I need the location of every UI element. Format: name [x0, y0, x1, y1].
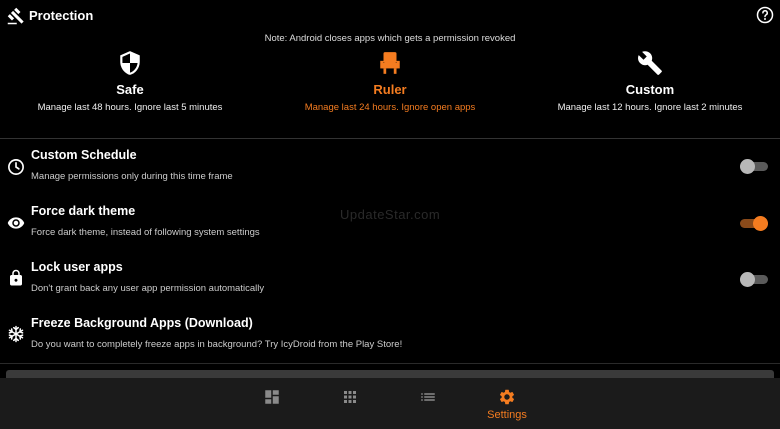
mode-description: Manage last 24 hours. Ignore open apps	[304, 102, 476, 113]
nav-dashboard[interactable]	[242, 378, 302, 429]
note-text: Note: Android closes apps which gets a p…	[264, 33, 516, 44]
setting-title: Custom Schedule	[31, 148, 137, 162]
section-divider	[0, 138, 780, 139]
shield-icon	[120, 51, 140, 75]
settings-icon	[499, 389, 515, 405]
grid-icon	[344, 391, 356, 403]
setting-title: Freeze Background Apps (Download)	[31, 316, 253, 330]
setting-title: Lock user apps	[31, 260, 123, 274]
help-circle-icon[interactable]	[756, 6, 774, 24]
clock-icon	[8, 159, 24, 175]
watermark: UpdateStar.com	[340, 207, 441, 222]
mode-description: Manage last 12 hours. Ignore last 2 minu…	[557, 102, 743, 113]
setting-lock-user-apps[interactable]: Lock user apps Don't grant back any user…	[0, 260, 780, 316]
bottom-navigation: Settings	[0, 378, 780, 429]
page-title: Protection	[29, 8, 94, 23]
setting-custom-schedule[interactable]: Custom Schedule Manage permissions only …	[0, 148, 780, 204]
protection-modes: Safe Manage last 48 hours. Ignore last 5…	[0, 50, 780, 120]
mode-custom[interactable]: Custom Manage last 12 hours. Ignore last…	[530, 50, 770, 113]
nav-label: Settings	[487, 409, 527, 421]
setting-description: Do you want to completely freeze apps in…	[31, 339, 403, 350]
setting-description: Manage permissions only during this time…	[31, 171, 233, 182]
nav-list[interactable]	[398, 378, 458, 429]
gavel-icon	[7, 7, 24, 25]
setting-description: Don't grant back any user app permission…	[31, 283, 265, 294]
list-icon	[421, 393, 435, 401]
mode-ruler[interactable]: Ruler Manage last 24 hours. Ignore open …	[270, 50, 510, 113]
nav-settings[interactable]: Settings	[477, 378, 537, 429]
setting-title: Force dark theme	[31, 204, 136, 218]
nav-apps-grid[interactable]	[320, 378, 380, 429]
top-bar: Protection	[0, 0, 780, 32]
snowflake-icon	[8, 325, 24, 343]
lock-user-apps-toggle[interactable]	[740, 272, 768, 287]
eye-icon	[7, 217, 25, 229]
wrench-icon	[638, 51, 662, 75]
dashboard-icon	[265, 390, 279, 404]
mode-safe[interactable]: Safe Manage last 48 hours. Ignore last 5…	[10, 50, 250, 113]
custom-schedule-toggle[interactable]	[740, 159, 768, 174]
throne-icon	[380, 52, 400, 74]
mode-name: Safe	[116, 82, 144, 97]
bottom-divider	[0, 363, 780, 364]
mode-name: Custom	[625, 82, 675, 97]
lock-icon	[10, 269, 22, 286]
force-dark-theme-toggle[interactable]	[740, 216, 768, 231]
mode-name: Ruler	[373, 82, 407, 97]
mode-description: Manage last 48 hours. Ignore last 5 minu…	[37, 102, 223, 113]
setting-description: Force dark theme, instead of following s…	[31, 227, 260, 238]
